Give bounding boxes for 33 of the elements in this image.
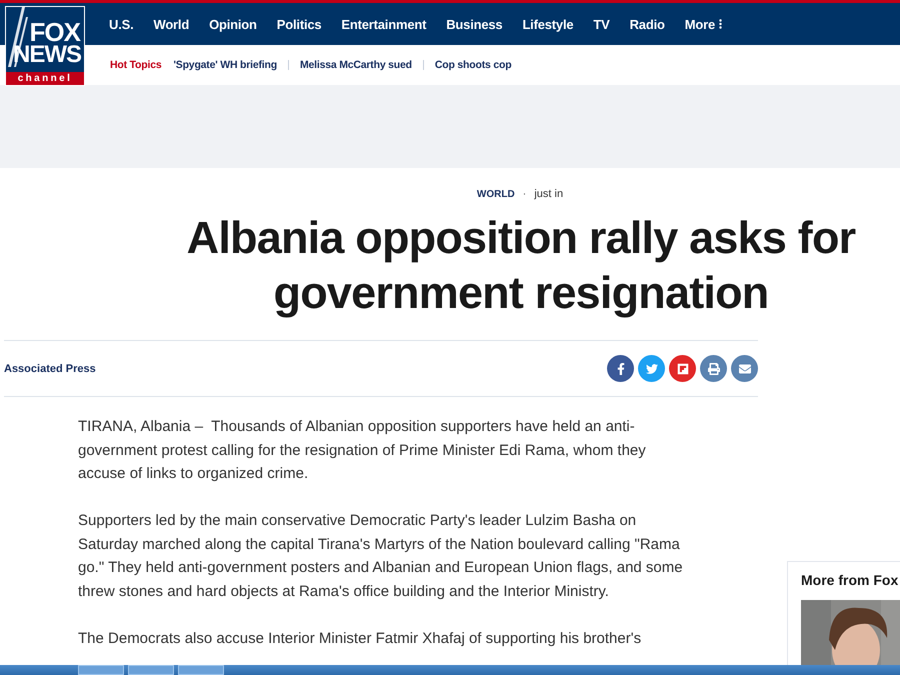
share-button[interactable] — [638, 355, 665, 382]
nav-link[interactable]: Business — [446, 16, 502, 32]
nav-link[interactable]: Opinion — [209, 16, 257, 32]
flipboard-icon — [676, 362, 688, 374]
separator: · — [522, 188, 526, 200]
article-paragraph: Supporters led by the main conservative Democratic Party's leader Lulzim Basha on Saturday marched along the capital Tirana's Martyrs of the Nation boulevard calling "Rama go." They held anti-government posters and Albanian and European Union flags, and some threw stones and hard objects at Rama's office building and the Interior Ministry. — [78, 511, 684, 602]
article-paragraph: The Democrats also accuse Interior Minister Fatmir Xhafaj of supporting his brother's — [78, 628, 642, 648]
nav-link[interactable]: Radio — [630, 16, 665, 32]
email-icon — [738, 362, 750, 374]
nav-link[interactable]: U.S. — [109, 16, 134, 32]
share-button[interactable] — [731, 355, 758, 382]
share-button[interactable] — [700, 355, 727, 382]
nav-link[interactable]: Lifestyle — [522, 16, 574, 32]
share-button[interactable] — [669, 355, 696, 382]
headline: Albania opposition rally asks for government resignation — [186, 211, 856, 320]
nav-link[interactable]: Politics — [276, 16, 322, 32]
nav-link[interactable]: More — [684, 16, 722, 32]
article-paragraph: TIRANA, Albania – Thousands of Albanian opposition supporters have held an anti-government protest calling for the resignation of Prime Minister Edi Rama, whom they accuse of links to organized crime. — [78, 417, 647, 484]
hot-topics-label: Hot Topics — [110, 59, 162, 71]
nav-link[interactable]: Entertainment — [341, 16, 426, 32]
more-icon — [719, 19, 722, 29]
topic-link[interactable]: Melissa McCarthy sued — [300, 59, 412, 71]
topic-link[interactable]: Cop shoots cop — [434, 59, 512, 71]
nav-link[interactable]: TV — [593, 16, 610, 32]
category-link[interactable]: WORLD — [476, 188, 515, 200]
print-icon — [708, 362, 720, 374]
author-name: Associated Press — [4, 362, 96, 374]
nav-link[interactable]: World — [153, 16, 190, 32]
share-button[interactable] — [607, 355, 634, 382]
timestamp: just in — [534, 188, 564, 200]
sidebar-title: More from Fox — [801, 572, 900, 588]
twitter-icon — [646, 362, 658, 374]
topic-link[interactable]: 'Spygate' WH briefing — [173, 59, 277, 71]
